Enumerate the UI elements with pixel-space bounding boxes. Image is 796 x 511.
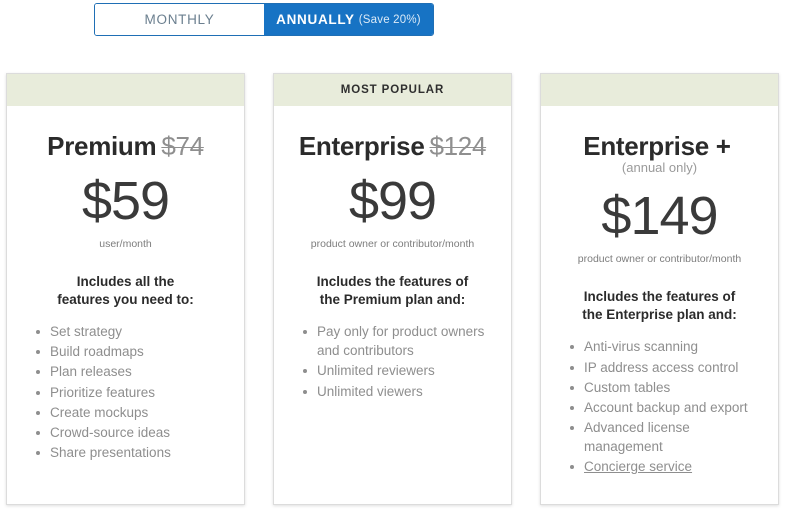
plan-name: Enterprise + bbox=[583, 131, 731, 161]
billing-toggle-monthly-label: MONTHLY bbox=[144, 12, 215, 27]
features-heading-line2: the Enterprise plan and: bbox=[582, 307, 737, 323]
pricing-card-enterprise-plus: Enterprise + (annual only) $149 product … bbox=[540, 73, 779, 505]
feature-item: Anti-virus scanning bbox=[567, 337, 764, 356]
plan-name: Enterprise bbox=[298, 131, 425, 161]
card-badge-band: MOST POPULAR bbox=[274, 74, 511, 106]
plan-price: $99 bbox=[348, 171, 437, 232]
plan-price: $59 bbox=[81, 171, 170, 232]
feature-label[interactable]: Concierge service bbox=[584, 459, 692, 474]
card-body: Premium $74 $59 user/month Includes all t… bbox=[7, 106, 244, 504]
feature-item-link[interactable]: Concierge service bbox=[567, 457, 764, 476]
feature-item: Custom tables bbox=[567, 378, 764, 397]
feature-label: Crowd-source ideas bbox=[50, 424, 171, 440]
feature-item: Account backup and export bbox=[567, 398, 764, 417]
feature-item: Build roadmaps bbox=[33, 342, 230, 361]
billing-period-toggle[interactable]: MONTHLY ANNUALLY (Save 20%) bbox=[94, 3, 434, 36]
feature-item: Share presentations bbox=[33, 443, 230, 462]
card-badge-band bbox=[7, 74, 244, 106]
billing-toggle-annually[interactable]: ANNUALLY (Save 20%) bbox=[264, 4, 433, 35]
feature-item: IP address access control bbox=[567, 358, 764, 377]
pricing-cards-row: Premium $74 $59 user/month Includes all t… bbox=[0, 73, 796, 505]
plan-name: Premium bbox=[47, 131, 157, 161]
features-list: Set strategy Build roadmaps Plan release… bbox=[21, 322, 230, 462]
billing-toggle-annually-label: ANNUALLY bbox=[276, 12, 355, 27]
features-heading-line1: Includes the features of bbox=[583, 288, 736, 304]
feature-item: Crowd-source ideas bbox=[33, 423, 230, 442]
plan-title: Premium $74 bbox=[21, 132, 230, 160]
feature-label: Unlimited reviewers bbox=[317, 363, 435, 379]
card-badge-label: MOST POPULAR bbox=[340, 84, 445, 96]
pricing-card-enterprise: MOST POPULAR Enterprise $124 $99 product … bbox=[273, 73, 512, 505]
feature-item: Pay only for product owners and contribu… bbox=[300, 322, 497, 360]
plan-old-price: $74 bbox=[161, 131, 204, 161]
features-heading-line1: Includes the features of bbox=[316, 273, 469, 289]
feature-item: Create mockups bbox=[33, 403, 230, 422]
plan-title: Enterprise $124 bbox=[288, 132, 497, 160]
feature-label: Unlimited viewers bbox=[317, 383, 423, 399]
card-body: Enterprise + (annual only) $149 product … bbox=[541, 106, 778, 504]
feature-label: Custom tables bbox=[584, 379, 671, 395]
features-heading: Includes the features of the Enterprise … bbox=[555, 288, 764, 324]
card-body: Enterprise $124 $99 product owner or cont… bbox=[274, 106, 511, 504]
features-heading: Includes all the features you need to: bbox=[21, 273, 230, 309]
feature-label: Account backup and export bbox=[584, 399, 748, 415]
plan-subtitle: (annual only) bbox=[621, 160, 698, 176]
plan-price-note: user/month bbox=[99, 238, 152, 251]
feature-item: Unlimited viewers bbox=[300, 382, 497, 401]
feature-label: Create mockups bbox=[50, 404, 149, 420]
features-list: Anti-virus scanning IP address access co… bbox=[555, 337, 764, 476]
pricing-card-premium: Premium $74 $59 user/month Includes all t… bbox=[6, 73, 245, 505]
card-badge-band bbox=[541, 74, 778, 106]
feature-label: Set strategy bbox=[50, 324, 123, 340]
feature-item: Prioritize features bbox=[33, 383, 230, 402]
feature-item: Unlimited reviewers bbox=[300, 361, 497, 380]
features-heading-line2: the Premium plan and: bbox=[319, 291, 466, 307]
plan-title: Enterprise + bbox=[555, 132, 764, 160]
plan-price-note: product owner or contributor/month bbox=[577, 253, 742, 266]
feature-label: Anti-virus scanning bbox=[584, 339, 699, 355]
billing-toggle-monthly[interactable]: MONTHLY bbox=[95, 4, 264, 35]
feature-label: Plan releases bbox=[50, 364, 132, 380]
feature-item: Advanced license management bbox=[567, 418, 764, 456]
feature-item: Plan releases bbox=[33, 362, 230, 381]
billing-toggle-save-label: (Save 20%) bbox=[358, 13, 421, 26]
plan-price-note: product owner or contributor/month bbox=[310, 238, 475, 251]
plan-old-price: $124 bbox=[429, 131, 487, 161]
feature-label: Pay only for product owners and contribu… bbox=[317, 324, 485, 359]
features-list: Pay only for product owners and contribu… bbox=[288, 322, 497, 401]
features-heading: Includes the features of the Premium pla… bbox=[288, 273, 497, 309]
plan-price: $149 bbox=[601, 186, 718, 247]
feature-label: Advanced license management bbox=[584, 420, 690, 455]
feature-label: IP address access control bbox=[584, 359, 739, 375]
feature-item: Set strategy bbox=[33, 322, 230, 341]
feature-label: Prioritize features bbox=[50, 384, 156, 400]
features-heading-line2: features you need to: bbox=[57, 291, 194, 307]
feature-label: Build roadmaps bbox=[50, 344, 144, 360]
features-heading-line1: Includes all the bbox=[76, 273, 175, 289]
feature-label: Share presentations bbox=[50, 445, 171, 461]
